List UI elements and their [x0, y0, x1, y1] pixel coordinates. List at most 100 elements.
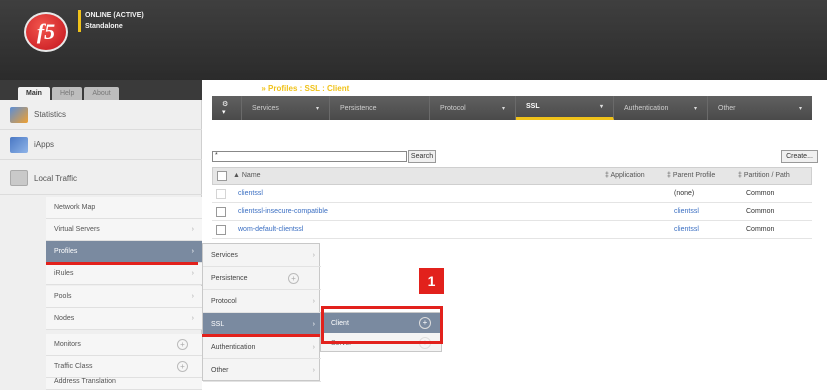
table-row: wom-default-clientssl clientssl Common	[212, 221, 812, 239]
column-name-label: Name	[241, 172, 261, 179]
plus-circle-icon[interactable]: +	[177, 339, 188, 350]
plus-circle-icon[interactable]: +	[177, 361, 188, 372]
f5-logo: f5	[24, 12, 68, 52]
status-mode: Standalone	[85, 23, 123, 30]
tab-main[interactable]: Main	[18, 87, 50, 100]
chevron-down-icon: ▾	[501, 105, 505, 112]
row-checkbox[interactable]	[216, 207, 226, 217]
search-button[interactable]: Search	[408, 150, 436, 163]
menu-ssl-label: SSL	[526, 103, 540, 110]
nav-iapps[interactable]: iApps	[0, 130, 202, 160]
parent-profile[interactable]: clientssl	[674, 226, 699, 233]
menu-persistence[interactable]: Persistence	[330, 96, 430, 120]
row-checkbox[interactable]	[216, 225, 226, 235]
column-parent-profile-label: Parent Profile	[672, 172, 716, 179]
flyout-item-ssl[interactable]: SSL ›	[203, 313, 321, 336]
profile-link[interactable]: clientssl	[238, 190, 263, 197]
menu-protocol-label: Protocol	[440, 104, 466, 112]
parent-profile: (none)	[674, 190, 695, 197]
flyout-item-label: Authentication	[211, 343, 256, 351]
chevron-right-icon: ›	[312, 366, 315, 374]
iapps-icon	[10, 137, 28, 153]
partition: Common	[746, 190, 775, 197]
column-partition[interactable]: ‡ Partition / Path	[738, 172, 790, 179]
sidebar-item-profiles[interactable]: Profiles ›	[46, 241, 202, 263]
menu-other[interactable]: Other ▾	[708, 96, 812, 120]
row-checkbox	[216, 189, 226, 199]
tab-about[interactable]: About	[84, 87, 119, 100]
parent-profile[interactable]: clientssl	[674, 208, 699, 215]
profile-link[interactable]: wom-default-clientssl	[238, 226, 303, 233]
search-input[interactable]: *	[212, 151, 407, 162]
breadcrumb-separator: »	[261, 84, 266, 93]
menu-authentication-label: Authentication	[624, 104, 669, 112]
local-traffic-icon	[10, 170, 28, 186]
annotation-highlight-client	[321, 306, 443, 344]
flyout-item-label: Protocol	[211, 297, 237, 305]
sidebar-item-virtual-servers[interactable]: Virtual Servers ›	[46, 219, 202, 241]
sidebar-item-label: Address Translation	[54, 378, 116, 385]
nav-iapps-label: iApps	[34, 140, 55, 149]
device-status: ONLINE (ACTIVE) Standalone	[78, 10, 144, 32]
sidebar-item-irules[interactable]: iRules ›	[46, 263, 202, 285]
table-row: clientssl-insecure-compatible clientssl …	[212, 203, 812, 221]
chevron-down-icon: ▾	[798, 105, 802, 112]
sidebar-item-pools[interactable]: Pools ›	[46, 286, 202, 308]
select-all-checkbox[interactable]	[217, 171, 227, 181]
chevron-right-icon: ›	[312, 297, 315, 305]
table-row: clientssl (none) Common	[212, 185, 812, 203]
create-button[interactable]: Create...	[781, 150, 818, 163]
flyout-item-services[interactable]: Services ›	[203, 244, 321, 267]
status-online: ONLINE (ACTIVE)	[85, 12, 144, 19]
chevron-down-icon: ▾	[599, 104, 603, 110]
profile-link[interactable]: clientssl-insecure-compatible	[238, 208, 328, 215]
menu-ssl[interactable]: SSL ▾	[516, 96, 614, 120]
menu-services[interactable]: Services ▾	[242, 96, 330, 120]
tab-help[interactable]: Help	[51, 87, 83, 100]
chevron-right-icon: ›	[312, 320, 315, 328]
breadcrumb-root[interactable]: Local Traffic	[212, 84, 259, 93]
profile-type-menubar: ⚙ ▾ Services ▾ Persistence Protocol ▾ SSL ▾…	[212, 96, 812, 120]
menu-protocol[interactable]: Protocol ▾	[430, 96, 516, 120]
flyout-item-label: Other	[211, 366, 229, 374]
sidebar-item-address-translation[interactable]: Address Translation	[46, 378, 202, 390]
chevron-right-icon: ›	[312, 343, 315, 351]
sidebar-item-label: Nodes	[54, 315, 75, 322]
partition: Common	[746, 208, 775, 215]
menu-settings[interactable]: ⚙ ▾	[212, 96, 242, 120]
flyout-item-other[interactable]: Other ›	[203, 359, 321, 382]
nav-local-traffic-label: Local Traffic	[34, 174, 77, 183]
sidebar-item-label: Traffic Class	[54, 363, 93, 370]
plus-circle-icon[interactable]: +	[288, 272, 299, 284]
flyout-item-authentication[interactable]: Authentication ›	[203, 336, 321, 359]
sidebar-item-label: Pools	[54, 293, 72, 300]
partition: Common	[746, 226, 775, 233]
annotation-step-badge: 1	[419, 268, 444, 294]
menu-services-label: Services	[252, 104, 279, 112]
column-name[interactable]: ▲ Name	[233, 172, 261, 179]
profiles-table: ▲ Name ‡ Application ‡ Parent Profile ‡ …	[212, 167, 812, 239]
nav-local-traffic[interactable]: Local Traffic	[0, 163, 202, 195]
sidebar-item-network-map[interactable]: Network Map	[46, 197, 202, 219]
annotation-underline-profiles	[46, 262, 198, 265]
chevron-right-icon: ›	[191, 315, 194, 322]
chevron-down-icon: ▾	[693, 105, 697, 112]
flyout-item-label: Persistence	[211, 274, 248, 282]
column-parent-profile[interactable]: ‡ Parent Profile	[667, 172, 715, 179]
nav-statistics[interactable]: Statistics	[0, 100, 202, 130]
chevron-right-icon: ›	[191, 226, 194, 233]
annotation-underline-ssl	[202, 334, 320, 337]
menu-other-label: Other	[718, 104, 736, 112]
column-application[interactable]: ‡ Application	[605, 172, 645, 179]
sidebar-item-monitors[interactable]: Monitors +	[46, 334, 202, 356]
flyout-item-protocol[interactable]: Protocol ›	[203, 290, 321, 313]
sidebar-item-label: Profiles	[54, 248, 78, 255]
menu-authentication[interactable]: Authentication ▾	[614, 96, 708, 120]
profiles-flyout-menu: Services › Persistence + Protocol › SSL …	[202, 243, 321, 382]
sidebar-item-traffic-class[interactable]: Traffic Class +	[46, 356, 202, 378]
flyout-item-persistence[interactable]: Persistence +	[203, 267, 321, 290]
chevron-right-icon: ›	[191, 270, 194, 277]
sidebar-item-nodes[interactable]: Nodes ›	[46, 308, 202, 330]
chevron-down-icon: ▾	[315, 105, 319, 112]
sidebar-item-label: Virtual Servers	[54, 226, 100, 233]
